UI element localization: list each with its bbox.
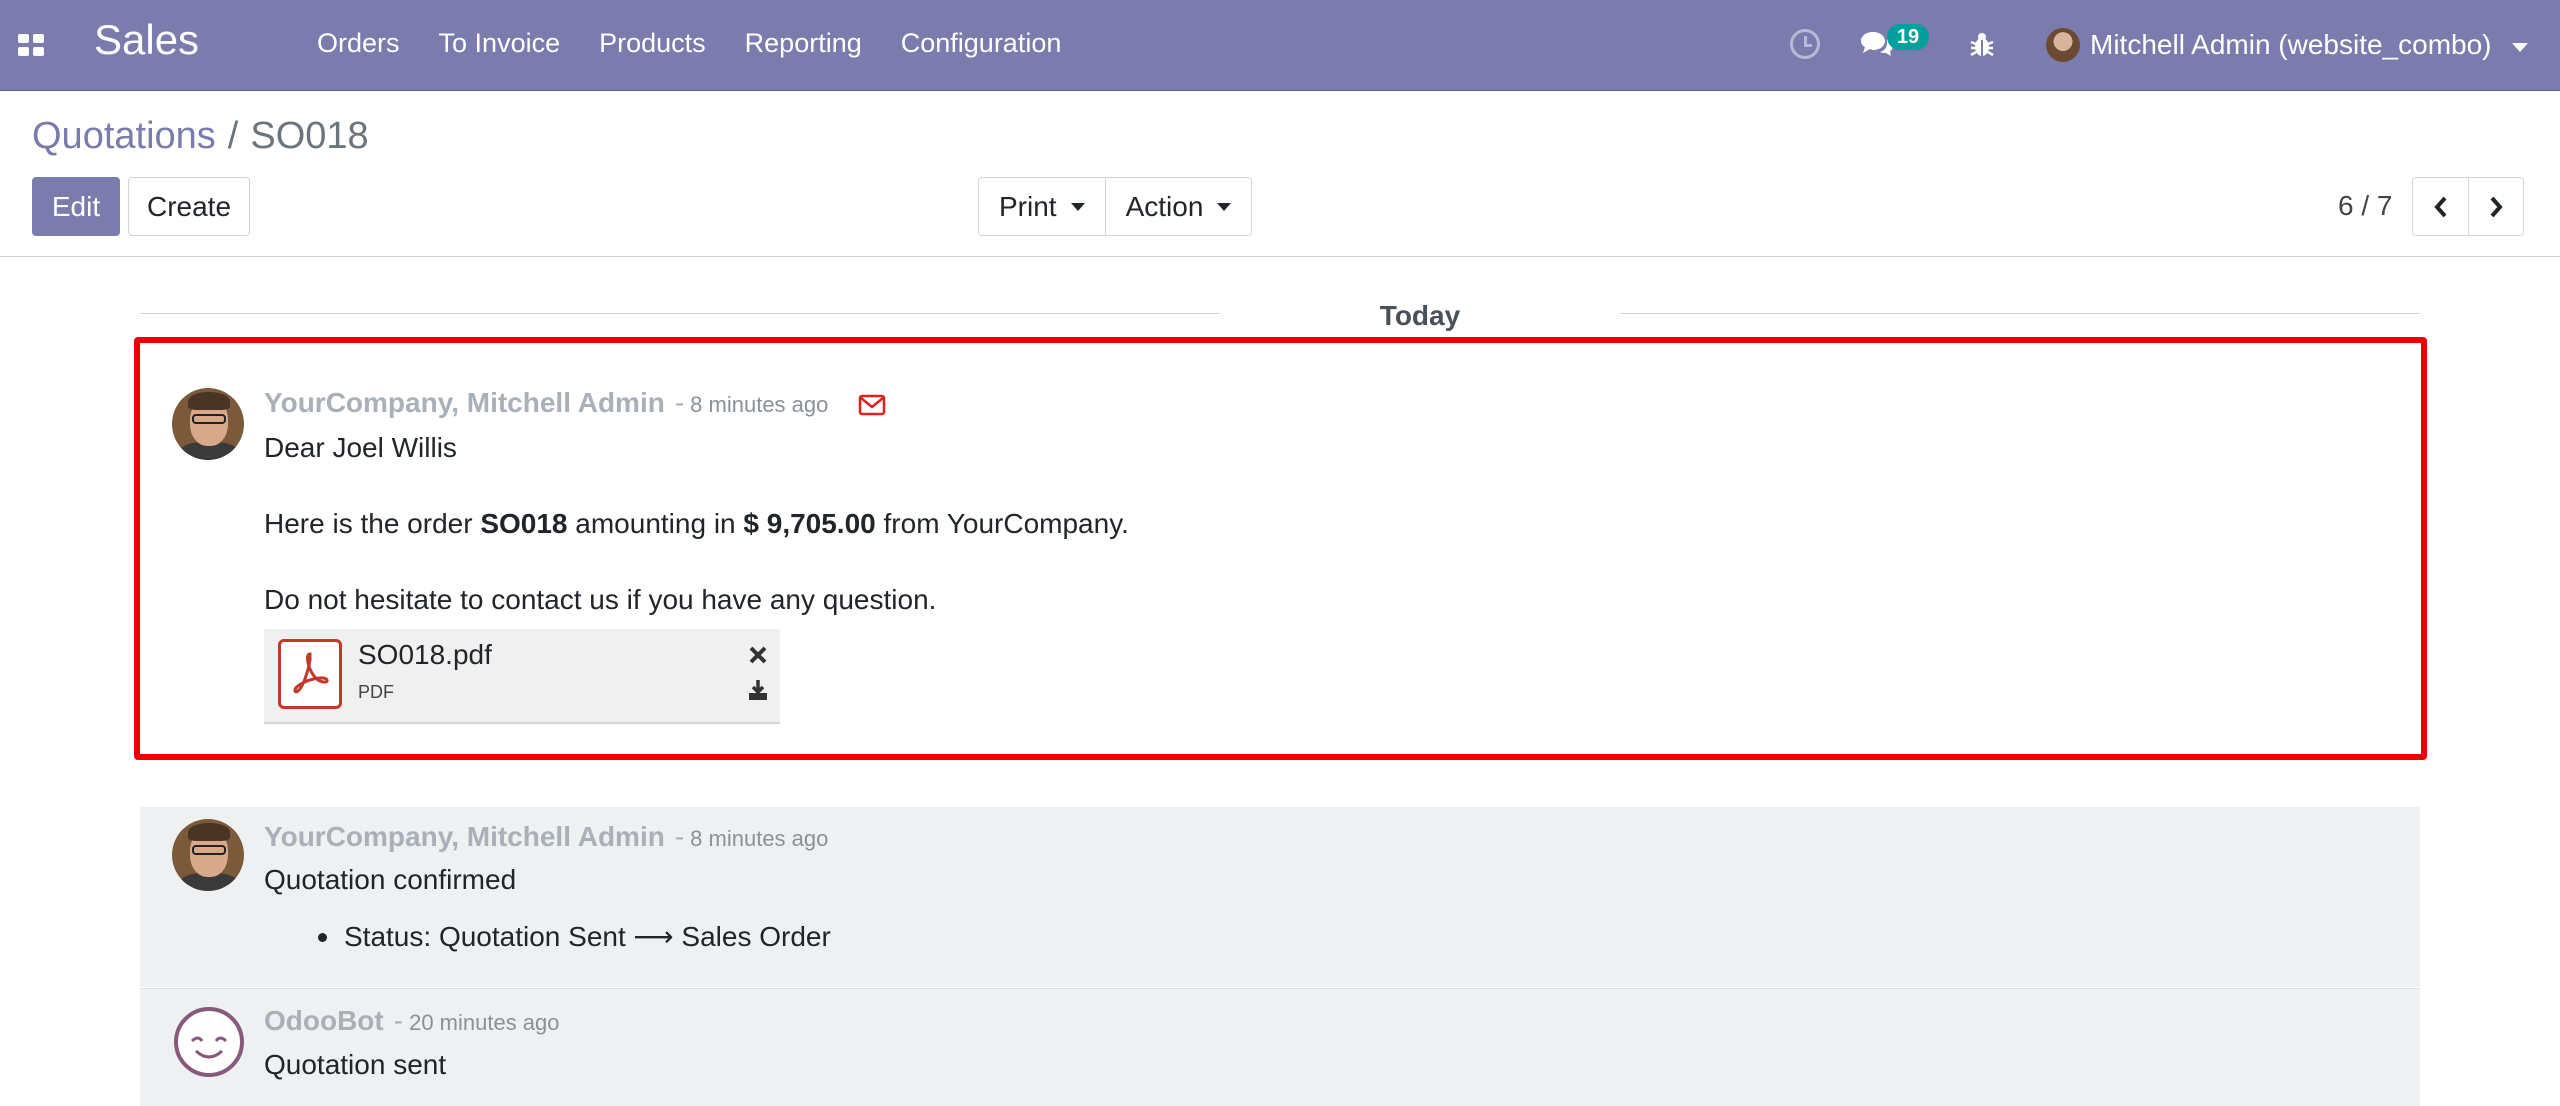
separator-line xyxy=(1620,313,2420,314)
user-avatar[interactable] xyxy=(2046,28,2080,62)
app-name[interactable]: Sales xyxy=(94,16,199,64)
bug-icon[interactable] xyxy=(1967,30,1997,60)
day-separator: Today xyxy=(140,300,2420,332)
odoobot-avatar[interactable] xyxy=(174,1007,244,1077)
separator-line xyxy=(140,313,1220,314)
chevron-right-icon xyxy=(2490,196,2503,217)
menu-item-to-invoice[interactable]: To Invoice xyxy=(439,28,561,59)
messages-badge: 19 xyxy=(1887,24,1929,50)
print-button[interactable]: Print xyxy=(979,178,1105,235)
control-panel-divider xyxy=(0,256,2560,257)
caret-down-icon[interactable] xyxy=(2512,43,2528,52)
caret-down-icon xyxy=(1217,202,1232,211)
activity-clock-icon[interactable] xyxy=(1790,29,1820,59)
breadcrumb-separator: / xyxy=(227,115,239,157)
print-label: Print xyxy=(999,191,1057,222)
pager-previous-button[interactable] xyxy=(2413,178,2468,235)
action-button[interactable]: Action xyxy=(1104,178,1252,235)
message-body: Quotation confirmed xyxy=(264,864,517,895)
author-name[interactable]: OdooBot xyxy=(264,1005,384,1036)
action-label: Action xyxy=(1125,191,1204,222)
author-name[interactable]: YourCompany, Mitchell Admin xyxy=(264,821,665,852)
pager-next-button[interactable] xyxy=(2468,178,2523,235)
chevron-left-icon xyxy=(2433,196,2446,217)
menu-item-reporting[interactable]: Reporting xyxy=(745,28,862,59)
caret-down-icon xyxy=(1070,202,1085,211)
breadcrumb-quotations[interactable]: Quotations xyxy=(32,115,216,157)
dash: - xyxy=(393,1005,404,1036)
breadcrumb-current: SO018 xyxy=(250,115,369,157)
message-author: YourCompany, Mitchell Admin -8 minutes ag… xyxy=(264,821,828,853)
menu-item-configuration[interactable]: Configuration xyxy=(901,28,1062,59)
user-name[interactable]: Mitchell Admin (website_combo) xyxy=(2090,29,2492,61)
chatter-message: OdooBot -20 minutes ago Quotation sent xyxy=(140,988,2420,1106)
day-separator-label: Today xyxy=(1238,300,1602,332)
message-date: 8 minutes ago xyxy=(690,826,829,851)
highlight-box xyxy=(134,337,2427,760)
author-avatar[interactable] xyxy=(172,819,244,891)
pager-buttons xyxy=(2412,177,2524,236)
message-body: Quotation sent xyxy=(264,1049,447,1080)
breadcrumb: Quotations / SO018 xyxy=(32,115,369,158)
top-navbar: Sales Orders To Invoice Products Reporti… xyxy=(0,0,2560,91)
message-date: 20 minutes ago xyxy=(409,1010,560,1035)
print-action-group: Print Action xyxy=(978,177,1253,236)
create-button[interactable]: Create xyxy=(128,177,250,236)
edit-button[interactable]: Edit xyxy=(32,177,120,236)
tracking-value: Status: Quotation Sent ⟶ Sales Order xyxy=(318,921,831,952)
message-author: OdooBot -20 minutes ago xyxy=(264,1005,560,1037)
menu-item-orders[interactable]: Orders xyxy=(317,28,400,59)
pager-value[interactable]: 6 / 7 xyxy=(2338,190,2392,222)
menu-item-products[interactable]: Products xyxy=(599,28,706,59)
chatter-message: YourCompany, Mitchell Admin -8 minutes ag… xyxy=(140,807,2420,987)
dash: - xyxy=(674,821,685,852)
main-menu: Orders To Invoice Products Reporting Con… xyxy=(317,28,1100,59)
apps-icon[interactable] xyxy=(18,34,44,56)
